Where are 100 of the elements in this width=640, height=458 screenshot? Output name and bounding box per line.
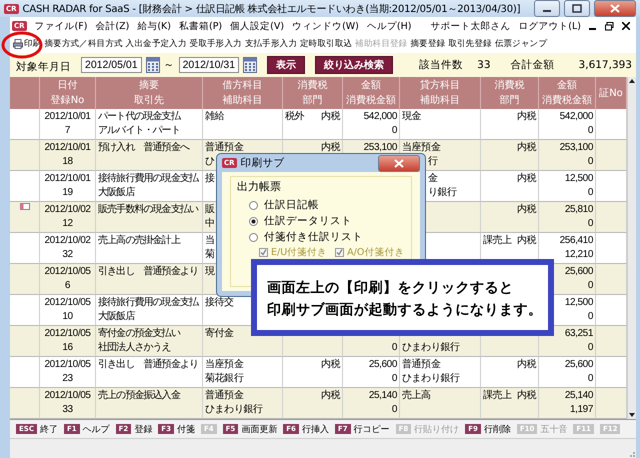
- radio-icon[interactable]: [249, 217, 258, 226]
- tax-amount-text: 0: [588, 279, 593, 293]
- toolbar-item[interactable]: 取引先登録: [448, 38, 492, 50]
- user-name: サポート太郎さん: [430, 20, 510, 32]
- toolbar-item[interactable]: 摘要方式／科目方式: [44, 38, 123, 50]
- entry-number: 23: [62, 372, 73, 386]
- radio-option[interactable]: 仕訳日記帳: [237, 198, 405, 213]
- date-range-label: 対象年月日: [16, 60, 71, 74]
- amount-text: 253,100: [560, 141, 593, 155]
- date-text: 2012/10/02: [44, 234, 91, 248]
- toolbar-item[interactable]: 入出金予定入力: [126, 38, 187, 50]
- description-text: 寄付金の預金支払い: [98, 327, 180, 341]
- menu-item[interactable]: 個人設定(V): [230, 20, 284, 32]
- account-text: 売上高: [402, 389, 431, 403]
- amount-text: 25,600: [564, 358, 593, 372]
- menu-item[interactable]: 給与(K): [137, 20, 171, 32]
- account-text: 金: [428, 172, 438, 186]
- column-header: 金額 消費税金額: [539, 77, 596, 109]
- total-value: 3,617,393: [578, 59, 632, 71]
- description-text: 預け入れ 普通預金へ: [98, 141, 190, 155]
- date-text: 2012/10/02: [44, 203, 91, 217]
- tax-type-text: 内税: [516, 358, 536, 372]
- function-key-label: 付箋: [176, 424, 195, 436]
- account-text: 接待交: [205, 296, 234, 310]
- maximize-icon[interactable]: [564, 0, 590, 17]
- function-key-label: 行コピー: [354, 424, 390, 436]
- account-text: 普通預金: [402, 358, 440, 372]
- toolbar-item[interactable]: 受取手形入力: [190, 38, 242, 50]
- tax-category-text: 課売上: [483, 235, 512, 246]
- amount-text: 542,000: [364, 110, 397, 124]
- function-key-label: ヘルプ: [82, 423, 110, 436]
- description-text: パート代の現金支払: [98, 110, 180, 124]
- close-icon[interactable]: [622, 22, 630, 30]
- radio-option[interactable]: 仕訳データリスト: [237, 214, 405, 229]
- tax-type-text: 内税: [516, 389, 536, 403]
- sub-account-text: り銀行: [428, 186, 457, 200]
- amount-text: 256,410: [560, 234, 593, 248]
- end-date-field[interactable]: 2012/10/31: [178, 57, 240, 73]
- account-text: 雑給: [205, 110, 224, 124]
- radio-icon[interactable]: [249, 201, 258, 210]
- tax-amount-text: 0: [392, 403, 397, 417]
- radio-icon[interactable]: [249, 233, 258, 242]
- column-header: 日付 登録No: [40, 77, 96, 109]
- date-text: 2012/10/01: [44, 110, 91, 124]
- column-header: [10, 77, 40, 109]
- tax-type-text: 内税: [320, 110, 340, 124]
- tax-category-text: 課売上: [483, 390, 512, 401]
- amount-text: 542,000: [560, 110, 593, 124]
- calendar-icon[interactable]: [243, 57, 258, 73]
- date-text: 2012/10/05: [44, 358, 91, 372]
- toolbar-item[interactable]: 定時取引取込: [300, 38, 352, 50]
- restore-icon[interactable]: [605, 22, 614, 30]
- tax-amount-text: 0: [588, 310, 593, 324]
- entry-number: 12: [62, 217, 73, 231]
- window-title: CASH RADAR for SaaS - [財務会計 > 仕訳日記帳 株式会社エルモードいわき(当期:2012/05/01～2013/04/30)]: [22, 2, 522, 16]
- tax-amount-text: 12,210: [564, 248, 593, 262]
- logout-menu-item[interactable]: ログアウト(L): [518, 20, 581, 32]
- toolbar-item[interactable]: 支払手形入力: [244, 38, 298, 50]
- tax-type-text: 内税: [320, 389, 340, 403]
- toolbar-item[interactable]: 摘要登録: [410, 38, 446, 50]
- function-key-label: 行挿入: [302, 424, 329, 436]
- description-text: 接待旅行費用の現金支払: [98, 172, 198, 186]
- sub-account-text: 中: [205, 217, 215, 231]
- entry-number: 6: [64, 279, 70, 293]
- function-key-label: 画面更新: [241, 424, 278, 436]
- amount-text: 25,140: [368, 389, 397, 403]
- column-header: 消費税 部門: [481, 77, 539, 109]
- count-label: 該当件数: [419, 58, 464, 72]
- sub-account-text: ひまわり銀行: [205, 403, 263, 417]
- dialog-title: 印刷サブ: [240, 156, 285, 170]
- account-text: 接: [205, 172, 215, 186]
- menu-item[interactable]: ファイル(F): [34, 20, 88, 32]
- menu-item[interactable]: ヘルプ(H): [366, 20, 412, 32]
- callout-text: 印刷サブ画面が起動するようになります。: [267, 301, 540, 319]
- tax-amount-text: 0: [588, 186, 593, 200]
- minimize-icon[interactable]: [534, 0, 560, 17]
- account-text: 普通預金: [205, 141, 244, 155]
- menu-item[interactable]: 私書箱(P): [179, 20, 222, 32]
- date-text: 2012/10/05: [44, 265, 91, 279]
- tax-type-text: 内税: [516, 203, 536, 217]
- entry-number: 16: [62, 341, 73, 355]
- function-key-label: 行貼り付け: [414, 424, 460, 436]
- resize-grip-icon[interactable]: [628, 450, 636, 458]
- start-date-field[interactable]: 2012/05/01: [81, 57, 142, 73]
- account-text: 現: [205, 265, 215, 279]
- search-button[interactable]: 絞り込み検索: [315, 56, 394, 74]
- column-header: 証No: [596, 77, 627, 109]
- vertical-scrollbar[interactable]: [627, 77, 636, 419]
- tax-type-text: 内税: [320, 141, 340, 155]
- sub-account-text: 菊: [205, 248, 215, 262]
- calendar-icon[interactable]: [146, 57, 160, 73]
- toolbar-item[interactable]: 伝票ジャンプ: [494, 38, 547, 50]
- highlight-circle: [1, 31, 43, 59]
- radio-option[interactable]: 付箋付き仕訳リスト: [237, 230, 405, 245]
- menu-item[interactable]: ウィンドウ(W): [292, 20, 359, 32]
- function-key-label: 終了: [40, 424, 58, 436]
- account-text: 販: [205, 203, 215, 217]
- menu-item[interactable]: 会計(Z): [95, 20, 130, 32]
- account-text: 寄付金: [205, 327, 234, 341]
- show-button[interactable]: 表示: [267, 56, 306, 74]
